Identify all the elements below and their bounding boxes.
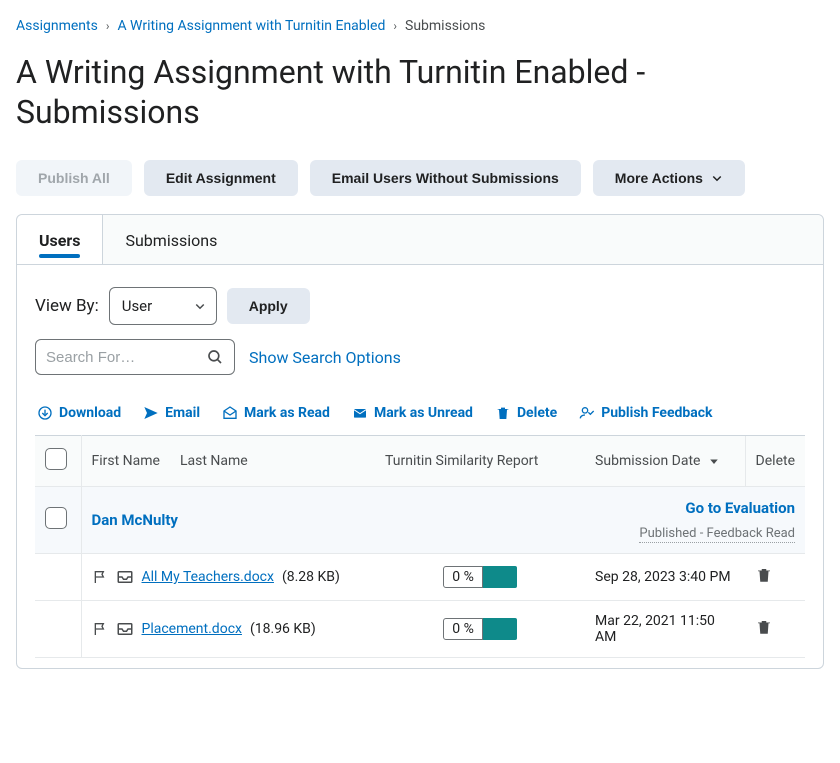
trash-icon (495, 405, 511, 421)
show-search-options-link[interactable]: Show Search Options (249, 348, 401, 367)
similarity-score[interactable]: 0 % (385, 618, 575, 640)
go-to-evaluation-link[interactable]: Go to Evaluation (595, 499, 795, 517)
chevron-right-icon: › (393, 19, 397, 33)
bulk-actions-row: Download Email Mark as Read Mark as Unre… (35, 405, 805, 435)
submission-date: Sep 28, 2023 3:40 PM (585, 554, 745, 601)
breadcrumb-current: Submissions (405, 18, 485, 34)
breadcrumb-link-assignments[interactable]: Assignments (16, 18, 98, 34)
column-delete: Delete (745, 436, 805, 487)
delete-action[interactable]: Delete (495, 405, 557, 421)
view-by-value: User (122, 297, 153, 315)
page-title: A Writing Assignment with Turnitin Enabl… (16, 52, 824, 132)
feedback-icon (579, 405, 595, 421)
publish-feedback-action[interactable]: Publish Feedback (579, 405, 712, 421)
similarity-score[interactable]: 0 % (385, 566, 575, 588)
download-icon (37, 405, 53, 421)
chevron-down-icon (194, 300, 206, 312)
breadcrumb-link-assignment[interactable]: A Writing Assignment with Turnitin Enabl… (117, 18, 385, 34)
student-row: Dan McNulty Go to Evaluation Published -… (35, 487, 805, 554)
apply-button[interactable]: Apply (227, 288, 310, 324)
submission-row: All My Teachers.docx (8.28 KB) 0 % Sep 2… (35, 554, 805, 601)
breadcrumb: Assignments › A Writing Assignment with … (16, 12, 824, 46)
edit-assignment-button[interactable]: Edit Assignment (144, 160, 298, 196)
submission-row: Placement.docx (18.96 KB) 0 % Mar 22, 20… (35, 601, 805, 658)
publish-all-button: Publish All (16, 160, 132, 196)
view-by-select[interactable]: User (109, 287, 217, 325)
delete-submission-button[interactable] (755, 618, 773, 636)
similarity-bar (483, 618, 517, 640)
tablist: Users Submissions (17, 215, 823, 265)
tray-icon[interactable] (116, 620, 134, 638)
mark-as-unread-action[interactable]: Mark as Unread (352, 405, 473, 421)
file-size: (18.96 KB) (250, 621, 316, 637)
similarity-bar (483, 566, 517, 588)
chevron-right-icon: › (106, 19, 110, 33)
submission-date: Mar 22, 2021 11:50 AM (585, 601, 745, 658)
download-action[interactable]: Download (37, 405, 121, 421)
search-box (35, 339, 235, 375)
more-actions-label: More Actions (615, 170, 703, 186)
delete-submission-button[interactable] (755, 566, 773, 584)
file-link[interactable]: All My Teachers.docx (142, 569, 274, 585)
paper-plane-icon (143, 405, 159, 421)
flag-icon[interactable] (92, 569, 108, 585)
tab-users[interactable]: Users (17, 215, 103, 264)
mail-icon (352, 405, 368, 421)
student-name-link[interactable]: Dan McNulty (92, 511, 178, 529)
mark-as-read-action[interactable]: Mark as Read (222, 405, 330, 421)
similarity-percent: 0 % (443, 618, 483, 640)
mail-open-icon (222, 405, 238, 421)
flag-icon[interactable] (92, 621, 108, 637)
column-submission-date[interactable]: Submission Date (585, 436, 745, 487)
select-student-checkbox[interactable] (45, 507, 67, 529)
email-action[interactable]: Email (143, 405, 200, 421)
similarity-percent: 0 % (443, 566, 483, 588)
tabs-panel: Users Submissions View By: User Apply (16, 214, 824, 669)
column-last-name[interactable]: Last Name (170, 436, 375, 487)
file-link[interactable]: Placement.docx (142, 621, 242, 637)
submissions-table: First Name Last Name Turnitin Similarity… (35, 435, 805, 658)
email-users-without-submissions-button[interactable]: Email Users Without Submissions (310, 160, 581, 196)
view-by-label: View By: (35, 296, 99, 316)
top-button-bar: Publish All Edit Assignment Email Users … (16, 160, 824, 196)
file-size: (8.28 KB) (282, 569, 340, 585)
search-icon[interactable] (206, 348, 224, 366)
sort-descending-icon (708, 455, 720, 467)
search-input[interactable] (46, 349, 196, 366)
column-similarity-report: Turnitin Similarity Report (375, 436, 585, 487)
column-first-name[interactable]: First Name (81, 436, 170, 487)
tab-submissions[interactable]: Submissions (103, 215, 240, 264)
select-all-checkbox[interactable] (45, 448, 67, 470)
tray-icon[interactable] (116, 568, 134, 586)
more-actions-button[interactable]: More Actions (593, 160, 745, 196)
published-status-text[interactable]: Published - Feedback Read (639, 526, 795, 543)
chevron-down-icon (711, 172, 723, 184)
